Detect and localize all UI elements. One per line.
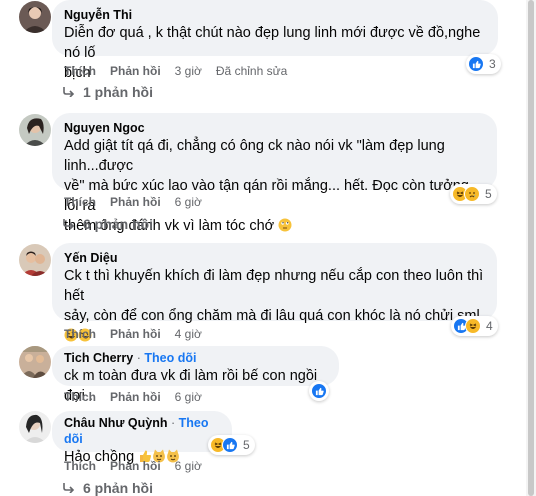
like-icon (222, 437, 238, 453)
comment-text: sảy, còn để con ổng chăm mà đi lâu quá c… (64, 308, 480, 324)
comment-bubble: Nguyễn Thi Diễn đơ quá , k thật chút nào… (52, 0, 498, 81)
comment-text-line: Add giật tít qá đi, chẳng có ông ck nào … (64, 138, 445, 174)
comment-timestamp[interactable]: 6 giờ (175, 459, 202, 473)
reaction-count: 5 (243, 438, 250, 452)
like-button[interactable]: Thích (64, 390, 96, 404)
author-name[interactable]: Tich Cherry (64, 351, 133, 365)
like-icon (468, 56, 484, 72)
comment-actions: Thích Phản hồi 3 giờ Đã chỉnh sửa (64, 64, 287, 78)
view-replies-link[interactable]: 1 phản hồi (63, 84, 153, 100)
haha-icon (465, 318, 481, 334)
reaction-summary[interactable] (309, 381, 329, 401)
roll-eyes-emoji (278, 218, 292, 238)
avatar[interactable] (19, 114, 51, 146)
reaction-summary[interactable]: 5 (208, 435, 255, 455)
view-replies-link[interactable]: 6 phản hồi (63, 480, 153, 496)
like-icon (311, 383, 327, 399)
like-button[interactable]: Thích (64, 64, 96, 78)
avatar[interactable] (19, 411, 51, 443)
reply-button[interactable]: Phản hồi (110, 390, 161, 404)
comment-timestamp[interactable]: 6 giờ (175, 195, 202, 209)
like-button[interactable]: Thích (64, 459, 96, 473)
reaction-count: 4 (486, 319, 493, 333)
replies-count-label: 1 phản hồi (83, 84, 153, 100)
comment-author: Tich Cherry · Theo dõi (64, 351, 197, 365)
reply-button[interactable]: Phản hồi (110, 195, 161, 209)
comment-bubble: Tich Cherry · Theo dõi ck m toàn đưa vk … (52, 346, 339, 404)
reply-button[interactable]: Phản hồi (110, 64, 161, 78)
avatar[interactable] (19, 346, 51, 378)
replies-count-label: 6 phản hồi (83, 216, 153, 232)
comment-text-line: Ck t thì khuyến khích đi làm đẹp nhưng n… (64, 268, 484, 304)
comment-author: Châu Như Quỳnh · Theo dõi (64, 416, 209, 446)
author-name[interactable]: Châu Như Quỳnh (64, 416, 168, 430)
reaction-summary[interactable]: 4 (451, 316, 498, 336)
reaction-summary[interactable]: 5 (450, 184, 497, 204)
view-replies-link[interactable]: 6 phản hồi (63, 216, 153, 232)
comment-timestamp[interactable]: 3 giờ (175, 64, 202, 78)
like-button[interactable]: Thích (64, 195, 96, 209)
like-button[interactable]: Thích (64, 327, 96, 341)
comment-actions: Thích Phản hồi 6 giờ (64, 390, 202, 404)
avatar[interactable] (19, 244, 51, 276)
comment-author[interactable]: Nguyễn Thi (64, 7, 486, 23)
reply-arrow-icon (63, 483, 75, 493)
comment-bubble: Châu Như Quỳnh · Theo dõi Hảo chồng (52, 411, 232, 465)
edited-label: Đã chỉnh sửa (215, 64, 288, 78)
scrollbar-thumb[interactable] (528, 0, 534, 496)
reply-arrow-icon (63, 87, 75, 97)
comment-bubble: Yến Diệu Ck t thì khuyến khích đi làm đẹ… (52, 243, 497, 364)
comment-timestamp[interactable]: 6 giờ (175, 390, 202, 404)
sad-icon (464, 186, 480, 202)
reply-button[interactable]: Phản hồi (110, 327, 161, 341)
reaction-count: 3 (489, 57, 496, 71)
comment-text-line: Diễn đơ quá , k thật chút nào đẹp lung l… (64, 25, 481, 61)
reply-button[interactable]: Phản hồi (110, 459, 161, 473)
comment-actions: Thích Phản hồi 6 giờ (64, 459, 202, 473)
replies-count-label: 6 phản hồi (83, 480, 153, 496)
reply-arrow-icon (63, 219, 75, 229)
reaction-summary[interactable]: 3 (466, 54, 501, 74)
follow-link[interactable]: Theo dõi (144, 351, 196, 365)
comment-actions: Thích Phản hồi 4 giờ (64, 327, 202, 341)
comment-actions: Thích Phản hồi 6 giờ (64, 195, 202, 209)
reaction-count: 5 (485, 187, 492, 201)
comment-bubble: Nguyen Ngoc Add giật tít qá đi, chẳng có… (52, 113, 497, 234)
comment-author[interactable]: Nguyen Ngoc (64, 120, 485, 136)
comment-author[interactable]: Yến Diệu (64, 250, 485, 266)
comment-timestamp[interactable]: 4 giờ (175, 327, 202, 341)
avatar[interactable] (19, 1, 51, 33)
